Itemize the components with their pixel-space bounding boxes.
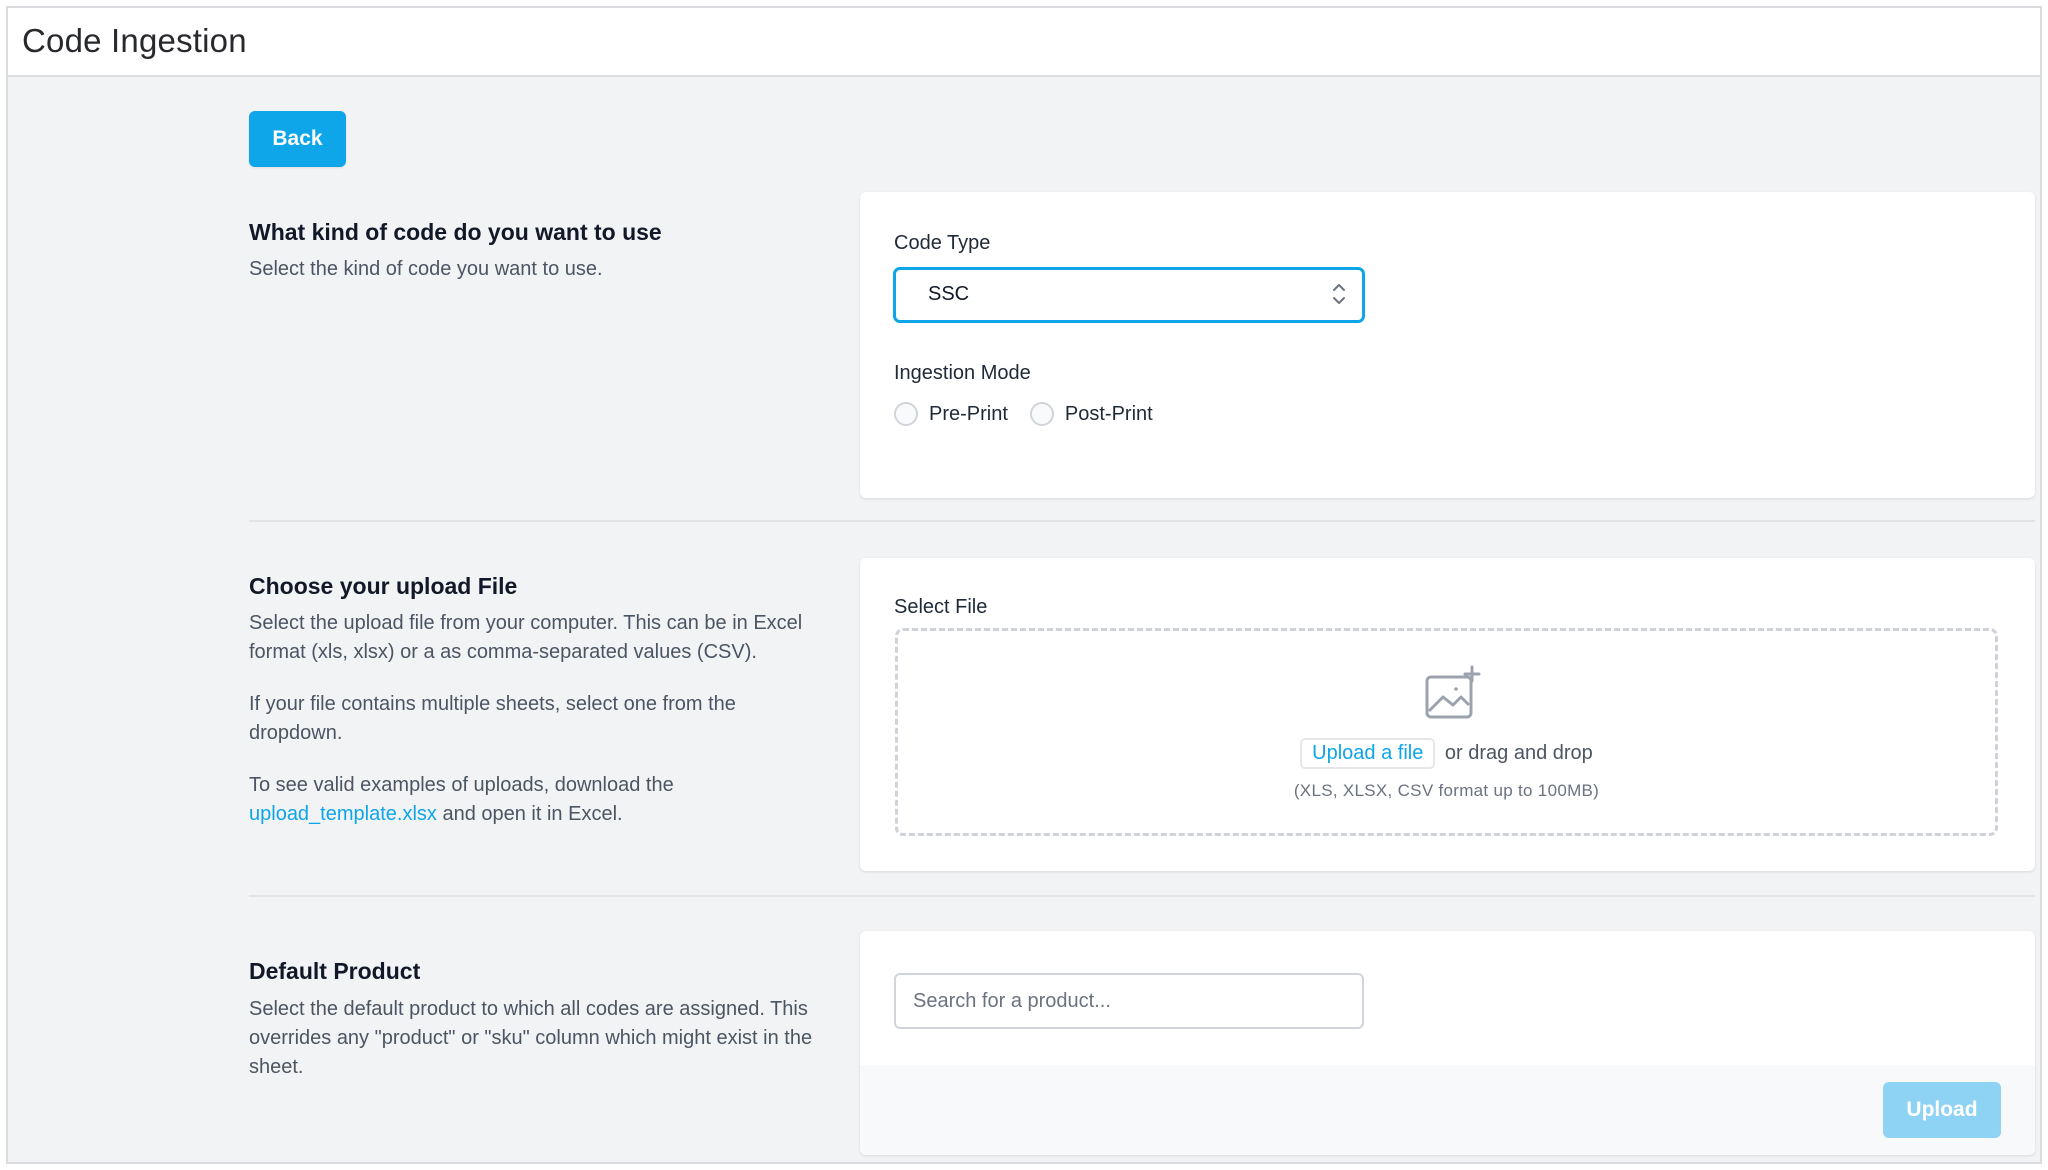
upload-description-1: Select the upload file from your compute… [249, 612, 803, 663]
code-type-label: Code Type [894, 232, 991, 254]
app-window: Code Ingestion Back What kind of code do… [6, 6, 2042, 1164]
ingestion-mode-label: Ingestion Mode [894, 362, 1031, 384]
upload-description-2: If your file contains multiple sheets, s… [249, 693, 736, 744]
file-dropzone[interactable]: Upload a file or drag and drop (XLS, XLS… [895, 628, 1998, 836]
code-section-description: Select the kind of code you want to use. [249, 255, 829, 307]
drag-drop-text: or drag and drop [1444, 742, 1593, 764]
product-card: Upload [860, 931, 2035, 1155]
chevron-up-down-icon [1333, 284, 1345, 304]
code-section-title: What kind of code do you want to use [249, 219, 662, 245]
code-type-value: SSC [928, 283, 970, 305]
image-plus-icon [1425, 665, 1481, 719]
section-divider [249, 520, 2035, 522]
upload-description-3-prefix: To see valid examples of uploads, downlo… [249, 774, 674, 796]
product-description-text: Select the default product to which all … [249, 998, 813, 1078]
section-divider [249, 895, 2035, 897]
upload-button[interactable]: Upload [1883, 1082, 2001, 1138]
radio-pre-print[interactable] [894, 402, 918, 426]
radio-post-print[interactable] [1029, 402, 1054, 426]
product-search-input[interactable] [894, 973, 1364, 1029]
template-download-link[interactable]: upload_template.xlsx [249, 803, 437, 825]
product-section-title: Default Product [249, 958, 421, 984]
dropzone-prompt: Upload a file or drag and drop [898, 738, 1995, 769]
upload-section-description: Select the upload file from your compute… [249, 609, 829, 852]
select-file-label: Select File [894, 596, 988, 618]
ingestion-mode-group: Pre-Print Post-Print [894, 400, 1175, 428]
radio-pre-print-label[interactable]: Pre-Print [929, 403, 1008, 426]
code-section-description-text: Select the kind of code you want to use. [249, 258, 603, 280]
code-type-select[interactable]: SSC [894, 268, 1364, 322]
radio-post-print-label[interactable]: Post-Print [1065, 403, 1153, 426]
format-hint: (XLS, XLSX, CSV format up to 100MB) [1293, 781, 1600, 800]
page-title: Code Ingestion [22, 22, 247, 59]
upload-description-3-suffix: and open it in Excel. [442, 803, 623, 825]
upload-description-3: To see valid examples of uploads, downlo… [249, 771, 829, 829]
card-footer: Upload [860, 1065, 2035, 1155]
product-section-description: Select the default product to which all … [249, 995, 829, 1105]
upload-section-title: Choose your upload File [249, 573, 518, 599]
file-upload-card: Select File Upload a file or drag and dr… [860, 558, 2035, 871]
code-type-card: Code Type SSC Ingestion Mode Pre-Print P… [860, 192, 2035, 498]
top-bar: Code Ingestion [8, 8, 2040, 77]
upload-file-link[interactable]: Upload a file [1300, 738, 1436, 769]
back-button[interactable]: Back [249, 111, 346, 167]
